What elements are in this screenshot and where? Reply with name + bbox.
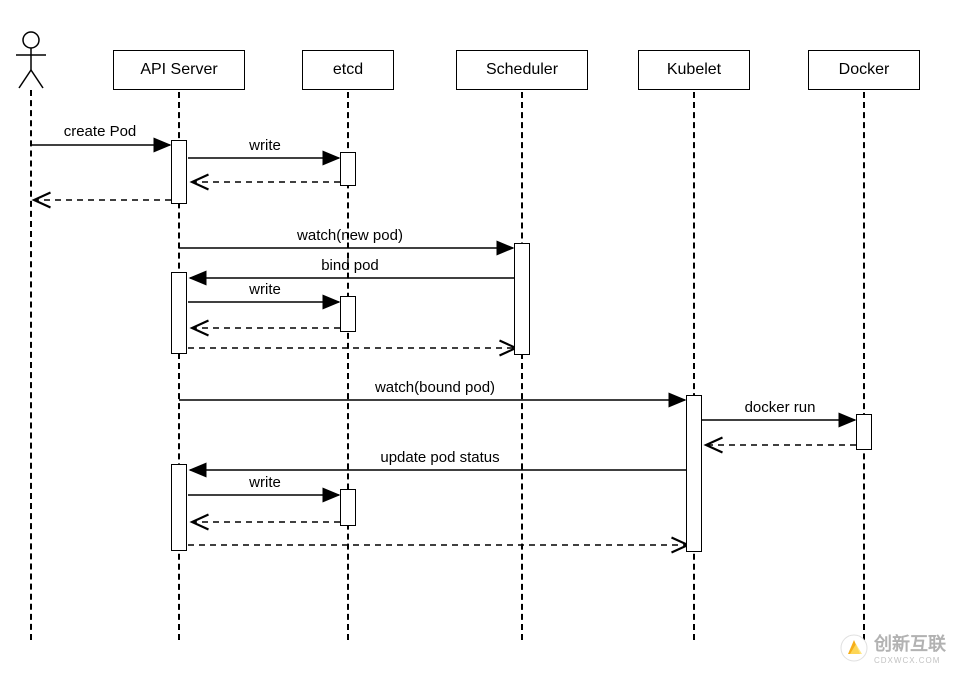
sequence-diagram: API Server etcd Scheduler Kubelet Docker — [0, 0, 964, 675]
msg-create-pod: create Pod — [55, 123, 145, 140]
msg-docker-run: docker run — [730, 399, 830, 416]
msg-update-status: update pod status — [350, 449, 530, 466]
watermark-sub: CDXWCX.COM — [874, 656, 946, 665]
watermark: 创新互联 CDXWCX.COM — [840, 630, 946, 665]
activation-kubelet — [686, 395, 702, 552]
activation-etcd-2 — [340, 296, 356, 332]
watermark-logo-icon — [840, 634, 868, 662]
msg-write-2: write — [235, 281, 295, 298]
msg-write-3: write — [235, 474, 295, 491]
watermark-text: 创新互联 — [874, 630, 946, 656]
activation-api-3 — [171, 464, 187, 551]
activation-scheduler — [514, 243, 530, 355]
activation-docker — [856, 414, 872, 450]
activation-api-1 — [171, 140, 187, 204]
msg-watch-new: watch(new pod) — [275, 227, 425, 244]
activation-api-2 — [171, 272, 187, 354]
msg-bind-pod: bind pod — [300, 257, 400, 274]
msg-write-1: write — [235, 137, 295, 154]
arrows-layer — [0, 0, 964, 675]
msg-watch-bound: watch(bound pod) — [350, 379, 520, 396]
activation-etcd-3 — [340, 489, 356, 526]
activation-etcd-1 — [340, 152, 356, 186]
